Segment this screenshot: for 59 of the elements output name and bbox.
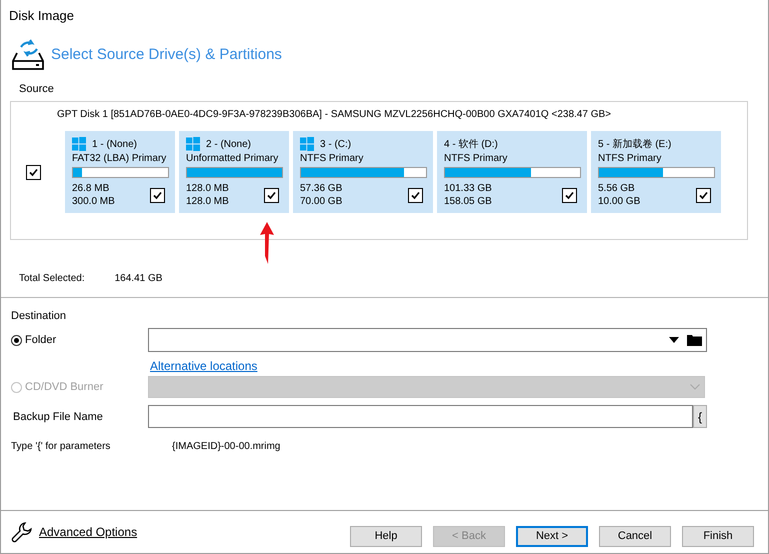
partition-type: NTFS Primary	[444, 153, 508, 164]
alternative-locations-link[interactable]: Alternative locations	[150, 359, 258, 373]
wizard-button[interactable]: Finish	[682, 526, 754, 546]
wizard-button[interactable]: Cancel	[599, 526, 671, 546]
checkbox[interactable]	[264, 188, 279, 202]
checkbox[interactable]	[696, 188, 711, 202]
used-size: 26.8 MB	[72, 182, 110, 195]
page-heading: Select Source Drive(s) & Partitions	[51, 46, 282, 62]
parameter-button[interactable]: {	[693, 405, 707, 428]
arrow-annotation	[259, 222, 275, 264]
checkmark-icon	[152, 190, 163, 200]
checkmark-icon	[266, 190, 277, 200]
total-value: 164.41 GB	[114, 273, 162, 286]
advanced-options-link[interactable]: Advanced Options	[39, 525, 138, 539]
window-title: Disk Image	[8, 6, 76, 25]
dropdown-arrow-icon[interactable]	[669, 337, 679, 343]
chevron-down-icon	[690, 384, 700, 390]
checkbox[interactable]	[150, 188, 165, 202]
checkbox[interactable]	[408, 188, 423, 202]
wizard-button[interactable]: Help	[350, 526, 422, 546]
checkmark-icon	[410, 190, 421, 200]
partition-type: Unformatted Primary	[186, 153, 280, 164]
folder-field[interactable]	[148, 328, 707, 352]
checkmark-icon	[28, 166, 39, 178]
drive-sync-icon	[11, 37, 45, 71]
used-size: 128.0 MB	[186, 182, 229, 195]
hint-label: Type '{' for parameters	[11, 441, 112, 452]
partition-type: NTFS Primary	[598, 153, 662, 164]
total-size: 10.00 GB	[598, 195, 640, 208]
radio-label[interactable]: Folder	[25, 334, 56, 346]
partition-label: 5 - 新加载卷 (E:)	[598, 138, 672, 151]
partition-type: NTFS Primary	[300, 153, 364, 164]
file-name-pattern: {IMAGEID}-00-00.mrimg	[172, 441, 280, 452]
file-name-field[interactable]	[148, 405, 693, 428]
disk-title: GPT Disk 1 [851AD76B-0AE0-4DC9-9F3A-978239B306BA] - SAMSUNG MZVL2256HCHQ-00B00 GXA7401Q <238.47 GB>	[56, 109, 612, 122]
field-label: Backup File Name	[12, 410, 104, 422]
total-size: 70.00 GB	[300, 195, 342, 208]
checkbox[interactable]	[26, 164, 41, 180]
section-label: Destination	[11, 310, 68, 322]
used-size: 101.33 GB	[444, 182, 492, 195]
partition-label: 3 - (C:)	[320, 138, 352, 150]
wrench-icon[interactable]	[11, 521, 33, 543]
folder-icon[interactable]	[687, 334, 702, 346]
total-size: 300.0 MB	[72, 195, 115, 208]
partition-type: FAT32 (LBA) Primary	[72, 153, 168, 164]
partition-label: 2 - (None)	[206, 138, 252, 150]
used-size: 5.56 GB	[598, 182, 636, 195]
total-size: 158.05 GB	[444, 195, 492, 208]
partition-label: 1 - (None)	[92, 138, 138, 150]
section-label: Source	[19, 83, 54, 95]
radio-button[interactable]	[11, 334, 22, 346]
total-size: 128.0 MB	[186, 195, 229, 208]
total-label: Total Selected:	[19, 273, 85, 286]
partition-label: 4 - 软件 (D:)	[444, 138, 498, 151]
checkmark-icon	[698, 190, 709, 200]
checkmark-icon	[564, 190, 575, 200]
used-size: 57.36 GB	[300, 182, 342, 195]
checkbox[interactable]	[562, 188, 577, 202]
wizard-button[interactable]: Next >	[516, 526, 588, 546]
